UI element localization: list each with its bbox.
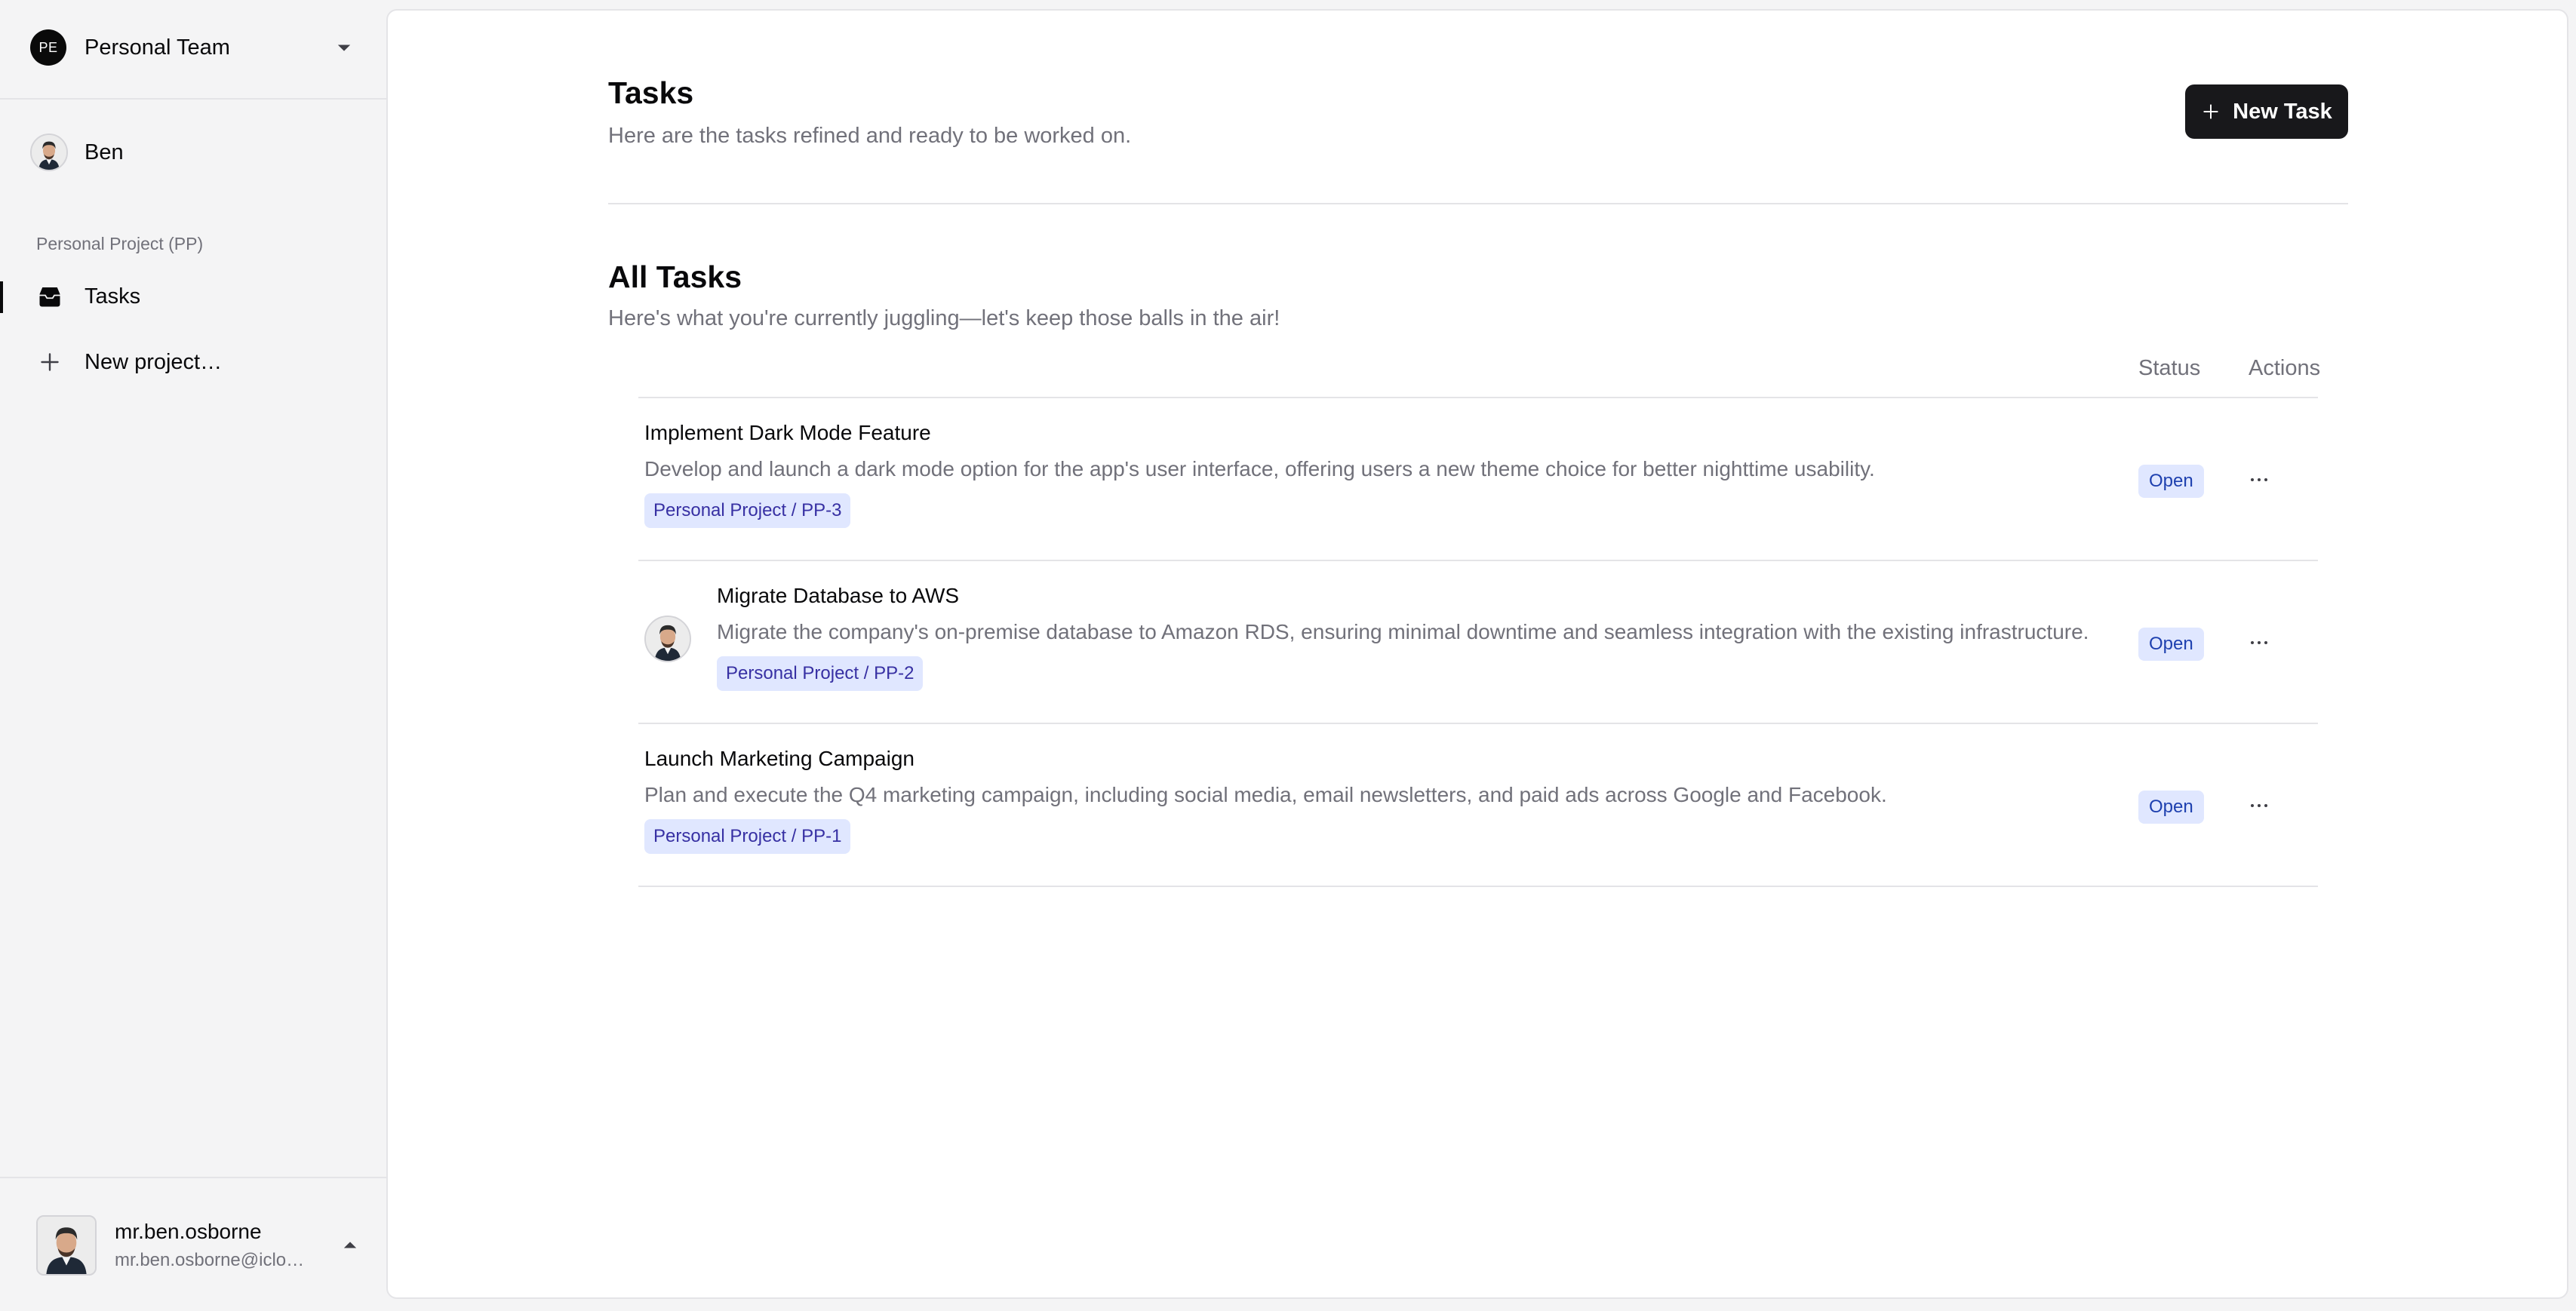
table-divider bbox=[638, 886, 2318, 887]
task-description: Migrate the company's on-premise databas… bbox=[717, 620, 2089, 643]
user-name: Ben bbox=[85, 140, 124, 164]
sidebar-item-label: New project… bbox=[85, 349, 223, 374]
header-divider bbox=[608, 203, 2348, 204]
plus-icon bbox=[2203, 104, 2218, 119]
account-avatar bbox=[36, 1215, 97, 1276]
table-row[interactable]: Implement Dark Mode Feature Develop and … bbox=[638, 398, 2318, 560]
status-badge[interactable]: Open bbox=[2138, 628, 2204, 661]
account-email: mr.ben.osborne@iclo… bbox=[115, 1250, 305, 1270]
team-name: Personal Team bbox=[85, 35, 230, 60]
page-subtitle: Here are the tasks refined and ready to … bbox=[608, 124, 1132, 148]
account-info: mr.ben.osborne mr.ben.osborne@iclo… bbox=[115, 1220, 340, 1271]
chevron-up-icon bbox=[343, 1242, 357, 1248]
row-actions-button[interactable] bbox=[2244, 468, 2274, 492]
more-horizontal-icon bbox=[2251, 641, 2267, 644]
assignee-avatar[interactable] bbox=[644, 616, 691, 662]
team-switcher[interactable]: PE Personal Team bbox=[30, 29, 355, 66]
task-description: Plan and execute the Q4 marketing campai… bbox=[644, 783, 1887, 806]
task-tag[interactable]: Personal Project / PP-2 bbox=[717, 656, 924, 691]
sidebar-divider bbox=[0, 98, 386, 100]
section-title: All Tasks bbox=[608, 259, 742, 294]
sidebar-item-tasks[interactable]: Tasks bbox=[36, 283, 140, 310]
table-row[interactable]: Migrate Database to AWS Migrate the comp… bbox=[638, 561, 2318, 723]
task-tag[interactable]: Personal Project / PP-3 bbox=[644, 493, 851, 528]
sidebar-divider-bottom bbox=[0, 1177, 386, 1178]
account-name: mr.ben.osborne bbox=[115, 1220, 262, 1243]
inbox-icon bbox=[39, 287, 60, 307]
project-label: Personal Project (PP) bbox=[36, 234, 204, 253]
task-title[interactable]: Launch Marketing Campaign bbox=[644, 747, 915, 771]
plus-icon bbox=[41, 353, 59, 371]
section-subtitle: Here's what you're currently juggling—le… bbox=[608, 306, 1280, 330]
more-horizontal-icon bbox=[2251, 478, 2267, 481]
status-badge[interactable]: Open bbox=[2138, 791, 2204, 824]
column-header-status: Status bbox=[2138, 356, 2201, 380]
user-avatar bbox=[30, 134, 68, 171]
account-menu[interactable]: mr.ben.osborne mr.ben.osborne@iclo… bbox=[36, 1213, 361, 1278]
sidebar-item-label: Tasks bbox=[85, 284, 141, 309]
new-task-label: New Task bbox=[2233, 99, 2332, 124]
row-actions-button[interactable] bbox=[2244, 794, 2274, 818]
row-actions-button[interactable] bbox=[2244, 631, 2274, 655]
sidebar-item-new-project[interactable]: New project… bbox=[36, 348, 222, 376]
sidebar: PE Personal Team Ben Personal Project (P… bbox=[0, 0, 386, 1311]
page-title: Tasks bbox=[608, 75, 694, 110]
task-title[interactable]: Implement Dark Mode Feature bbox=[644, 421, 931, 445]
new-task-button[interactable]: New Task bbox=[2185, 84, 2348, 139]
column-header-actions: Actions bbox=[2249, 356, 2321, 380]
task-tag[interactable]: Personal Project / PP-1 bbox=[644, 819, 851, 854]
main-panel: Tasks Here are the tasks refined and rea… bbox=[386, 9, 2568, 1299]
status-badge[interactable]: Open bbox=[2138, 465, 2204, 498]
more-horizontal-icon bbox=[2251, 804, 2267, 807]
sidebar-user[interactable]: Ben bbox=[30, 132, 124, 173]
task-title[interactable]: Migrate Database to AWS bbox=[717, 584, 959, 608]
nav-active-indicator bbox=[0, 281, 3, 313]
team-badge: PE bbox=[30, 29, 66, 66]
table-row[interactable]: Launch Marketing Campaign Plan and execu… bbox=[638, 724, 2318, 886]
task-description: Develop and launch a dark mode option fo… bbox=[644, 457, 1875, 480]
chevron-down-icon bbox=[337, 45, 351, 51]
